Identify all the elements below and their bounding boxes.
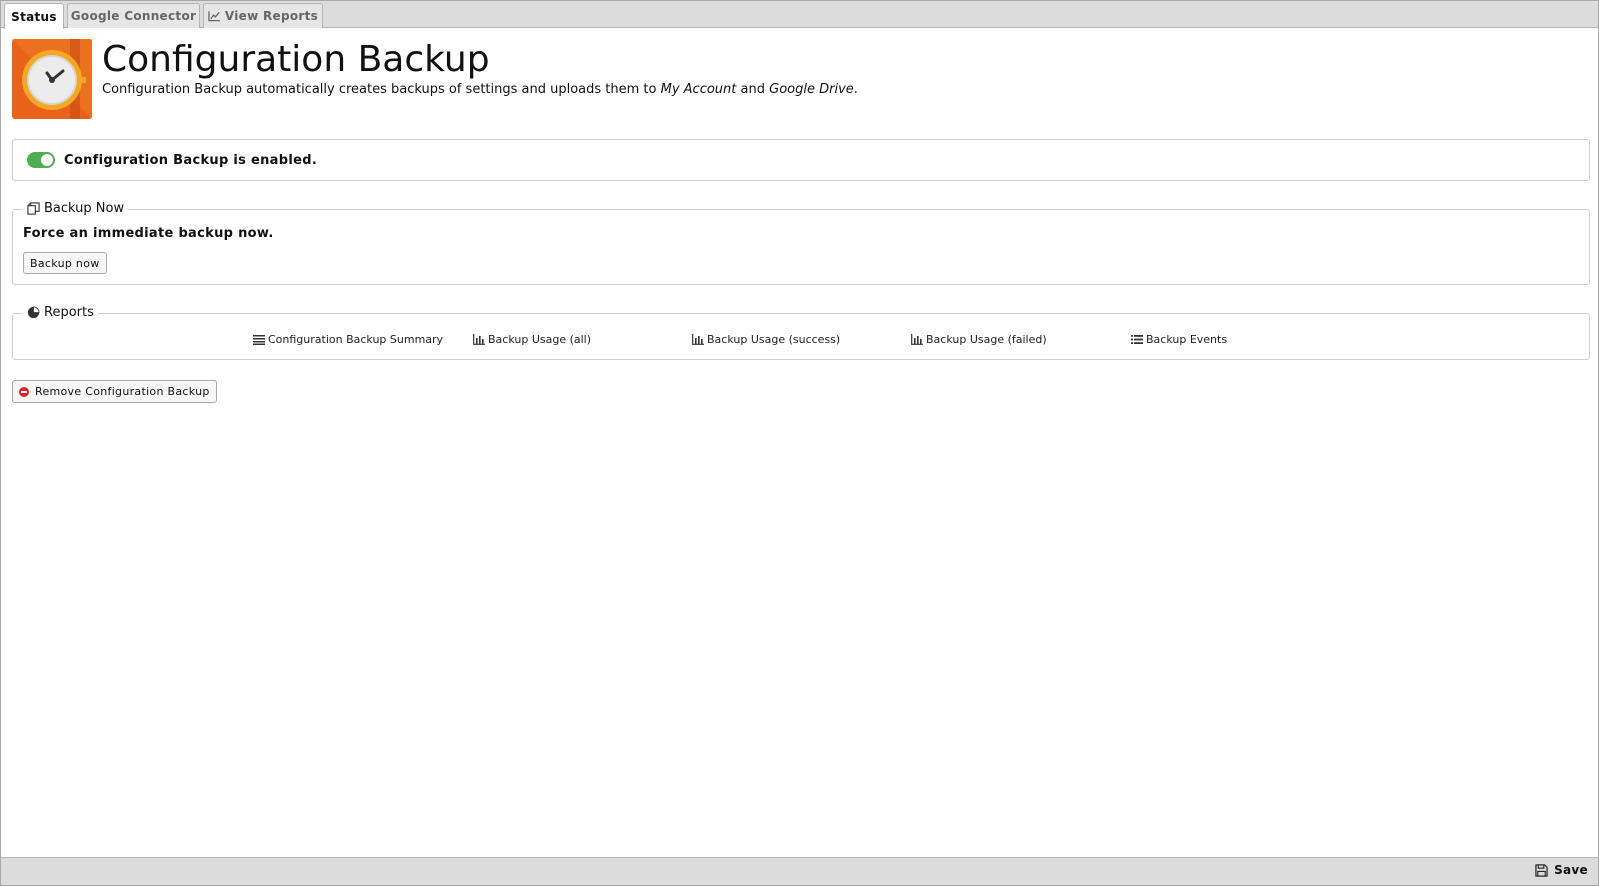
backup-now-description: Force an immediate backup now. (23, 226, 274, 241)
description-and: and (736, 82, 770, 97)
save-button[interactable]: Save (1535, 863, 1588, 877)
google-drive-text: Google Drive (769, 82, 854, 97)
report-link-summary[interactable]: Configuration Backup Summary (253, 333, 443, 346)
tab-label: View Reports (224, 9, 319, 23)
app-frame: Status Google Connector View Reports Con… (0, 0, 1599, 886)
legend-label: Reports (44, 305, 94, 320)
enabled-toggle[interactable] (27, 152, 55, 168)
report-link-label: Backup Usage (failed) (926, 333, 1047, 346)
tab-google-connector[interactable]: Google Connector (67, 3, 200, 28)
reports-legend: Reports (23, 305, 98, 320)
report-link-usage-failed[interactable]: Backup Usage (failed) (911, 333, 1047, 346)
list-lines-icon (253, 335, 265, 345)
page-title: Configuration Backup (102, 39, 490, 80)
backup-now-button[interactable]: Backup now (23, 252, 107, 274)
report-link-label: Configuration Backup Summary (268, 333, 444, 346)
bar-chart-icon (473, 334, 485, 345)
report-link-label: Backup Events (1146, 333, 1228, 346)
description-text: Configuration Backup automatically creat… (102, 82, 661, 97)
report-link-label: Backup Usage (success) (707, 333, 841, 346)
backup-now-fieldset: Backup Now Force an immediate backup now… (12, 201, 1590, 285)
status-panel: Configuration Backup is enabled. (12, 139, 1590, 181)
pie-chart-icon (27, 306, 40, 319)
report-link-usage-success[interactable]: Backup Usage (success) (692, 333, 840, 346)
floppy-disk-icon (1535, 863, 1548, 877)
tab-label: Google Connector (70, 9, 197, 23)
remove-configuration-backup-button[interactable]: Remove Configuration Backup (12, 380, 217, 403)
tab-bar: Status Google Connector View Reports (1, 1, 1598, 29)
copy-icon (27, 202, 40, 215)
tab-label: Status (11, 9, 57, 24)
bar-chart-icon (692, 334, 704, 345)
line-chart-icon (208, 11, 220, 22)
report-link-label: Backup Usage (all) (488, 333, 592, 346)
tab-status[interactable]: Status (4, 3, 64, 29)
minus-circle-icon (19, 386, 29, 397)
save-label: Save (1554, 863, 1588, 877)
backup-now-legend: Backup Now (23, 201, 129, 216)
status-text: Configuration Backup is enabled. (64, 152, 318, 168)
bar-chart-icon (911, 334, 923, 345)
reports-fieldset: Reports Configuration Backup Summary Bac… (12, 305, 1590, 360)
page-description: Configuration Backup automatically creat… (102, 82, 858, 97)
my-account-text: My Account (660, 82, 737, 97)
legend-label: Backup Now (44, 201, 125, 216)
report-link-events[interactable]: Backup Events (1131, 333, 1227, 346)
clock-icon (12, 39, 92, 119)
footer-bar: Save (1, 857, 1598, 885)
description-period: . (853, 82, 858, 97)
tab-view-reports[interactable]: View Reports (203, 3, 323, 28)
report-link-usage-all[interactable]: Backup Usage (all) (473, 333, 591, 346)
remove-button-label: Remove Configuration Backup (35, 385, 210, 398)
bullet-list-icon (1131, 335, 1143, 344)
